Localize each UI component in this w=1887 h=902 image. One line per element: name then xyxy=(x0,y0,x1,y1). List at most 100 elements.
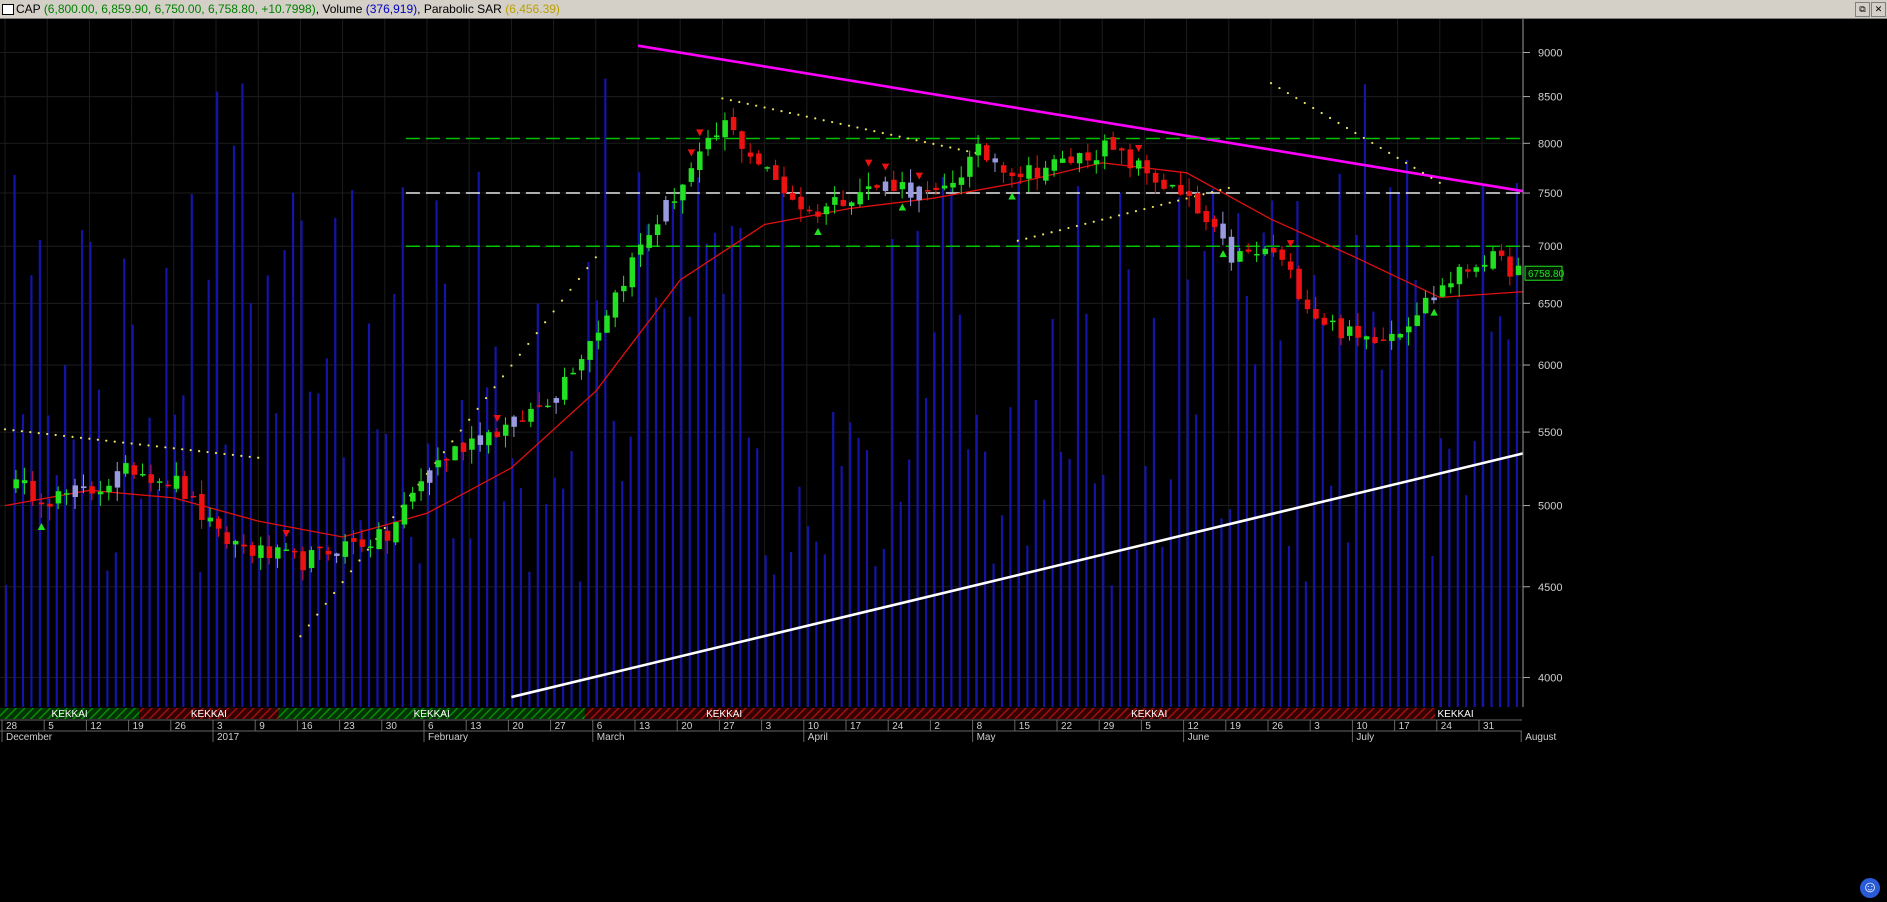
candle-body xyxy=(1093,160,1100,165)
candle-body xyxy=(806,209,813,212)
candle-body xyxy=(764,167,771,169)
day-tick-label: 3 xyxy=(766,721,772,732)
candle-body xyxy=(114,471,121,488)
volume-bar xyxy=(958,314,961,707)
volume-bar xyxy=(747,437,750,707)
volume-bar xyxy=(773,574,776,707)
volume-bar xyxy=(1034,400,1037,707)
volume-bar xyxy=(1414,279,1417,707)
candle-body xyxy=(1490,251,1496,269)
psar-dot xyxy=(96,438,99,441)
candle-body xyxy=(182,476,188,499)
volume-bar xyxy=(1102,474,1105,707)
volume-bar xyxy=(469,538,472,707)
candle-body xyxy=(300,551,306,571)
psar-dot xyxy=(392,516,395,519)
psar-dot xyxy=(1371,141,1374,145)
psar-dot xyxy=(459,429,462,432)
candle-body xyxy=(1135,160,1142,169)
day-tick-label: 24 xyxy=(1441,721,1453,732)
symbol: CAP xyxy=(16,2,41,16)
volume-bar xyxy=(106,570,109,707)
candle-body xyxy=(1102,140,1108,157)
candle-body xyxy=(1346,326,1353,336)
volume-bar xyxy=(578,581,582,707)
volume-bar xyxy=(123,258,126,707)
candle-body xyxy=(1422,297,1429,314)
day-tick-label: 9 xyxy=(259,721,265,732)
price-tick-label: 4500 xyxy=(1538,582,1562,594)
price-tick-label: 9000 xyxy=(1538,48,1562,60)
psar-dot xyxy=(577,277,581,281)
candle-body xyxy=(1228,236,1235,263)
psar-dot xyxy=(248,455,251,458)
signal-arrow xyxy=(881,163,890,171)
volume-bar xyxy=(697,177,700,707)
candle-body xyxy=(1119,148,1125,151)
psar-dot xyxy=(856,126,859,129)
psar-dot xyxy=(1337,121,1340,125)
candle-body xyxy=(359,539,365,547)
candle-body xyxy=(232,540,239,545)
candle-body xyxy=(865,186,872,189)
volume-bar xyxy=(1043,499,1046,707)
psar-dot xyxy=(1109,216,1112,219)
candle-body xyxy=(562,376,568,400)
volume-bar xyxy=(182,395,185,707)
candle-body xyxy=(663,200,669,222)
volume-bar xyxy=(72,439,75,707)
candle-body xyxy=(156,481,163,483)
smiley-icon[interactable]: ☺ xyxy=(1860,878,1880,898)
psar-dot xyxy=(906,137,910,140)
volume-bar xyxy=(739,227,742,707)
candle-body xyxy=(224,532,230,544)
volume-bar xyxy=(140,498,143,707)
volume-bar xyxy=(275,413,278,707)
volume-bar xyxy=(148,417,151,707)
volume-bar xyxy=(1456,299,1459,707)
volume-bar xyxy=(216,91,219,707)
volume-bar xyxy=(1304,581,1307,707)
day-tick-label: 10 xyxy=(808,721,820,732)
candle-body xyxy=(1211,218,1218,228)
signal-arrow xyxy=(898,203,907,211)
volume-bar xyxy=(1152,317,1156,707)
candle-body xyxy=(1465,269,1471,272)
candle-body xyxy=(722,120,728,138)
volume-bar xyxy=(1228,509,1231,707)
signal-arrow xyxy=(1134,145,1143,153)
volume-bar xyxy=(1076,186,1080,707)
price-tick-label: 5000 xyxy=(1538,501,1562,513)
day-tick-label: 19 xyxy=(133,721,145,732)
candle-body xyxy=(1076,153,1083,164)
day-tick-label: 20 xyxy=(681,721,693,732)
volume-bar xyxy=(359,520,362,707)
volume-bar xyxy=(393,293,396,707)
candle-body xyxy=(1397,334,1404,338)
close-button[interactable]: ✕ xyxy=(1871,2,1886,17)
psar-dot xyxy=(729,99,732,102)
psar-dot xyxy=(1404,161,1408,164)
psar-dot xyxy=(1295,96,1298,100)
candle-body xyxy=(511,416,517,427)
candle-body xyxy=(80,486,87,489)
volume-bar xyxy=(553,477,556,707)
candle-body xyxy=(1439,285,1446,297)
volume-bar xyxy=(1422,303,1426,707)
kekkai-band-label: KEKKAI xyxy=(1438,709,1474,720)
psar-dot xyxy=(1388,151,1391,155)
price-tick-label: 6000 xyxy=(1538,360,1562,372)
price-chart[interactable]: 4000 4500 5000 5500 6000 6500 7000 7500 8000 8500… xyxy=(0,19,1887,902)
volume-bar xyxy=(840,465,843,707)
volume-bar xyxy=(1009,407,1012,707)
volume-bar xyxy=(384,433,387,707)
candle-body xyxy=(1237,251,1243,262)
volume-bar xyxy=(410,536,413,707)
volume-bar xyxy=(908,459,911,707)
day-tick-label: 12 xyxy=(90,721,102,732)
candle-body xyxy=(1271,247,1277,253)
volume-bar xyxy=(55,475,58,707)
volume-bar xyxy=(418,563,421,707)
restore-button[interactable]: ⧉ xyxy=(1855,2,1870,17)
candle-body xyxy=(849,202,855,207)
